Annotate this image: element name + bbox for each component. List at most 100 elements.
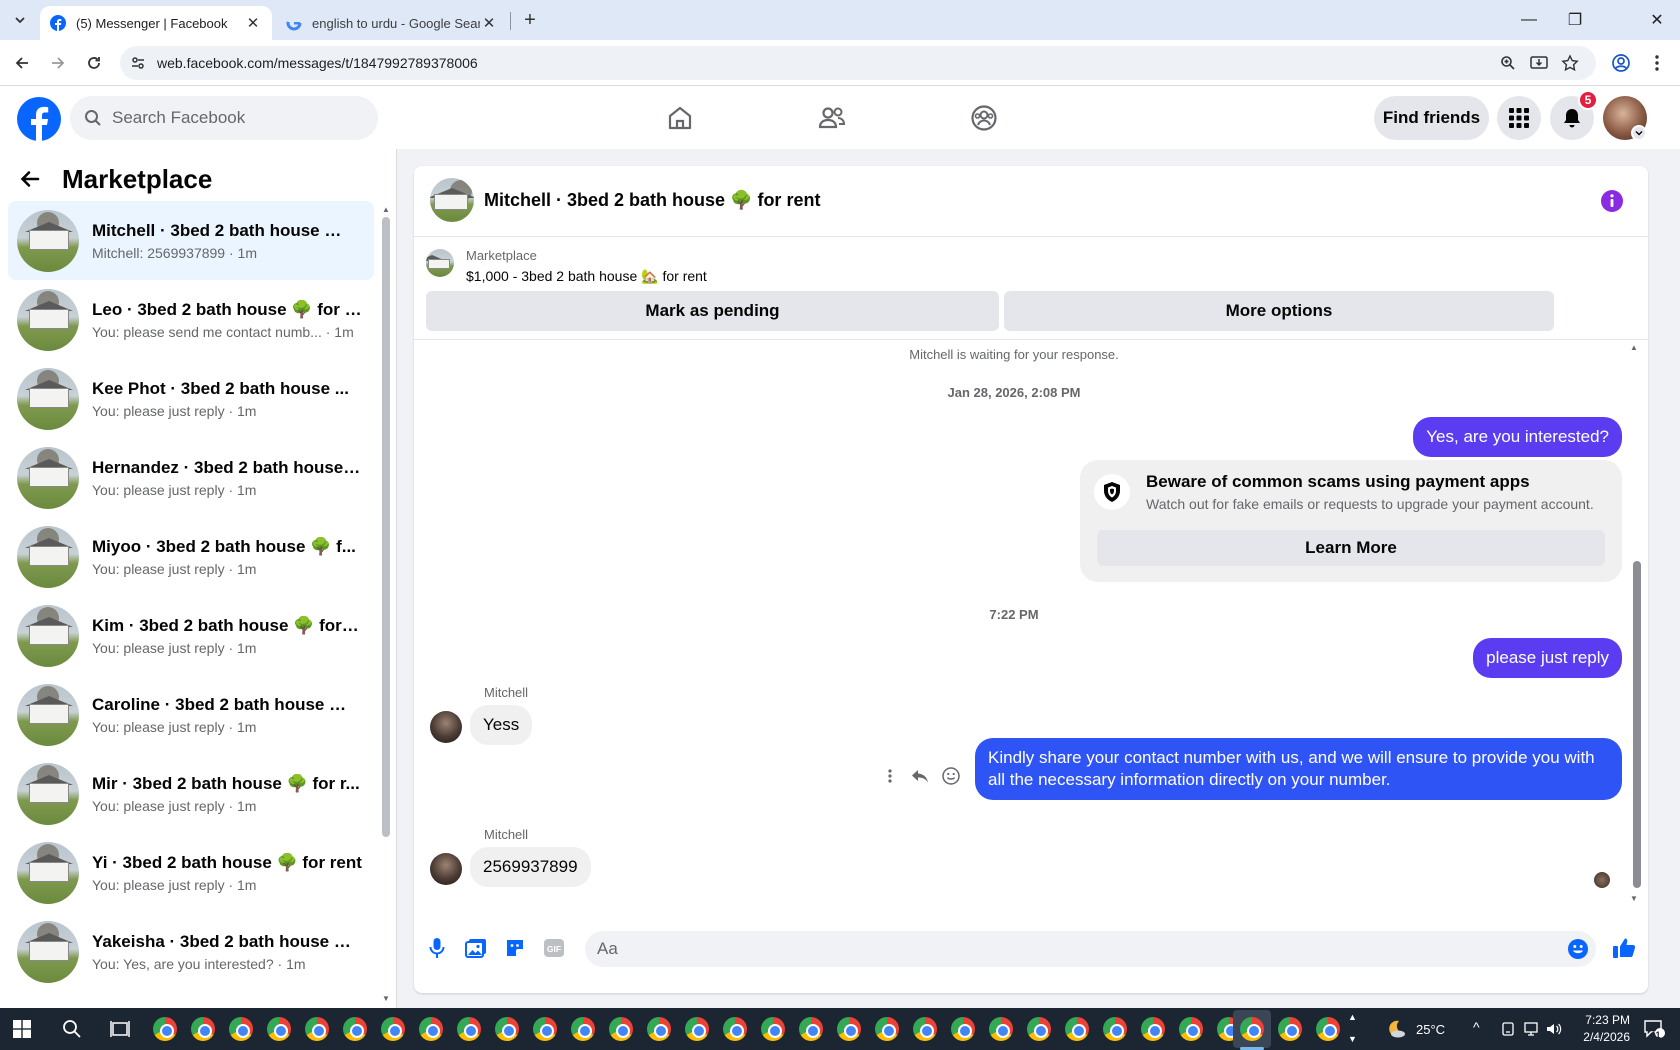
chrome-taskbar-icon[interactable] [759, 1015, 787, 1043]
scroll-up-arrow[interactable]: ▲ [381, 205, 391, 214]
conversation-item[interactable]: Kee Phot · 3bed 2 bath house ... You: ple… [8, 359, 374, 438]
address-bar[interactable]: web.facebook.com/messages/t/184799278937… [120, 46, 1596, 80]
facebook-logo[interactable] [17, 97, 61, 141]
chat-scrollbar[interactable] [1633, 561, 1641, 888]
message-input-box[interactable] [585, 931, 1596, 967]
info-icon[interactable] [1600, 189, 1624, 213]
chrome-taskbar-icon[interactable] [721, 1015, 749, 1043]
chrome-taskbar-icon[interactable] [1063, 1015, 1091, 1043]
taskbar-scroll-down[interactable]: ▼ [1348, 1034, 1357, 1044]
chrome-taskbar-icon[interactable] [949, 1015, 977, 1043]
conversation-item[interactable]: Yakeisha · 3bed 2 bath house 🌳... You: Ye… [8, 912, 374, 991]
chat-avatar[interactable] [430, 178, 474, 222]
volume-icon[interactable] [1540, 1015, 1568, 1043]
conversation-item[interactable]: Leo · 3bed 2 bath house 🌳 for r... You: p… [8, 280, 374, 359]
chat-title[interactable]: Mitchell · 3bed 2 bath house 🌳 for rent [484, 190, 820, 211]
chrome-taskbar-icon[interactable] [265, 1015, 293, 1043]
reload-button[interactable] [82, 51, 106, 75]
conversation-item[interactable]: Hernandez · 3bed 2 bath house ... You: pl… [8, 438, 374, 517]
thumbs-up-icon[interactable] [1611, 935, 1637, 961]
sidebar-scrollbar[interactable] [382, 217, 390, 837]
tab-close-icon[interactable]: ✕ [244, 14, 262, 32]
chrome-taskbar-icon[interactable] [683, 1015, 711, 1043]
windows-start-icon[interactable] [8, 1015, 36, 1043]
incoming-message[interactable]: Yess [470, 705, 533, 745]
zoom-icon[interactable] [1498, 53, 1518, 73]
install-app-icon[interactable] [1529, 53, 1549, 73]
task-view-icon[interactable] [106, 1015, 134, 1043]
conversation-item[interactable]: Caroline · 3bed 2 bath house 🌳 ... You: p… [8, 675, 374, 754]
forward-button[interactable] [46, 51, 70, 75]
sender-avatar[interactable] [430, 711, 462, 743]
chrome-taskbar-icon[interactable] [417, 1015, 445, 1043]
chrome-taskbar-icon[interactable] [189, 1015, 217, 1043]
chrome-taskbar-icon[interactable] [911, 1015, 939, 1043]
chrome-taskbar-icon[interactable] [797, 1015, 825, 1043]
minimize-button[interactable]: — [1506, 0, 1552, 40]
gif-icon[interactable]: GIF [541, 935, 567, 961]
tab-close-icon[interactable]: ✕ [480, 14, 498, 32]
react-emoji-icon[interactable] [938, 763, 964, 789]
scroll-up-arrow[interactable]: ▲ [1630, 343, 1638, 352]
chrome-taskbar-icon[interactable] [531, 1015, 559, 1043]
chrome-taskbar-icon[interactable] [987, 1015, 1015, 1043]
find-friends-button[interactable]: Find friends [1374, 96, 1489, 140]
chrome-taskbar-icon[interactable] [1177, 1015, 1205, 1043]
mark-as-pending-button[interactable]: Mark as pending [426, 291, 999, 331]
hidden-icons-chevron[interactable]: ^ [1473, 1019, 1480, 1035]
more-options-button[interactable]: More options [1004, 291, 1554, 331]
clock-date[interactable]: 2/4/2026 [1570, 1030, 1630, 1044]
outgoing-message[interactable]: Kindly share your contact number with us… [975, 738, 1622, 800]
taskbar-scroll-up[interactable]: ▲ [1348, 1012, 1357, 1022]
message-input[interactable] [597, 939, 1497, 959]
listing-price[interactable]: $1,000 - 3bed 2 bath house 🏡 for rent [466, 268, 707, 285]
friends-nav[interactable] [815, 101, 849, 135]
chrome-taskbar-icon[interactable] [607, 1015, 635, 1043]
sticker-icon[interactable] [502, 935, 528, 961]
chrome-taskbar-icon[interactable] [1238, 1015, 1266, 1043]
chevron-down-icon[interactable] [1631, 125, 1647, 141]
profile-button[interactable] [1609, 51, 1633, 75]
tab-messenger[interactable]: (5) Messenger | Facebook ✕ [40, 6, 272, 40]
outgoing-message[interactable]: Yes, are you interested? [1413, 417, 1622, 457]
new-tab-button[interactable]: + [518, 8, 542, 32]
outgoing-message[interactable]: please just reply [1473, 638, 1622, 678]
chrome-taskbar-icon[interactable] [455, 1015, 483, 1043]
browser-menu-button[interactable] [1645, 51, 1669, 75]
conversation-item[interactable]: Miyoo · 3bed 2 bath house 🌳 f... You: ple… [8, 517, 374, 596]
chrome-taskbar-icon[interactable] [873, 1015, 901, 1043]
learn-more-button[interactable]: Learn More [1097, 530, 1605, 566]
chrome-taskbar-icon[interactable] [341, 1015, 369, 1043]
sender-avatar[interactable] [430, 853, 462, 885]
home-nav[interactable] [663, 101, 697, 135]
search-icon[interactable] [58, 1015, 86, 1043]
chrome-taskbar-icon[interactable] [303, 1015, 331, 1043]
clock-time[interactable]: 7:23 PM [1570, 1013, 1630, 1027]
chrome-taskbar-icon[interactable] [1025, 1015, 1053, 1043]
bookmark-star-icon[interactable] [1560, 53, 1580, 73]
scroll-down-arrow[interactable]: ▼ [1630, 894, 1638, 903]
search-input[interactable] [112, 108, 362, 128]
chrome-taskbar-icon[interactable] [569, 1015, 597, 1043]
groups-nav[interactable] [967, 101, 1001, 135]
chrome-taskbar-icon[interactable] [227, 1015, 255, 1043]
chrome-taskbar-icon[interactable] [1101, 1015, 1129, 1043]
scroll-down-arrow[interactable]: ▼ [381, 994, 391, 1003]
weather-moon-icon[interactable] [1382, 1015, 1410, 1043]
restore-button[interactable]: ❐ [1552, 0, 1598, 40]
incoming-message[interactable]: 2569937899 [470, 847, 591, 887]
chrome-taskbar-icon[interactable] [379, 1015, 407, 1043]
microphone-icon[interactable] [424, 935, 450, 961]
facebook-search[interactable] [70, 96, 378, 140]
chrome-taskbar-icon[interactable] [835, 1015, 863, 1043]
close-window-button[interactable]: ✕ [1634, 0, 1680, 40]
back-arrow-icon[interactable] [20, 169, 40, 189]
chrome-taskbar-icon[interactable] [1276, 1015, 1304, 1043]
site-info-icon[interactable] [128, 53, 148, 73]
conversation-item[interactable]: Mir · 3bed 2 bath house 🌳 for r... You: p… [8, 754, 374, 833]
more-actions-icon[interactable] [877, 763, 903, 789]
reply-icon[interactable] [907, 763, 933, 789]
conversation-item[interactable]: Yi · 3bed 2 bath house 🌳 for rent You: pl… [8, 833, 374, 912]
tab-google-search[interactable]: english to urdu - Google Search ✕ [276, 6, 508, 40]
back-button[interactable] [10, 51, 34, 75]
